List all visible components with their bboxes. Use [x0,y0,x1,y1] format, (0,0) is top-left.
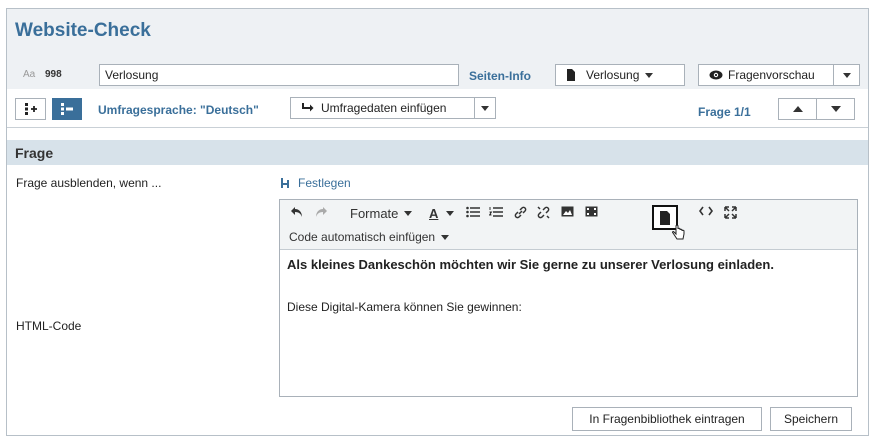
document-icon [567,69,575,81]
save-button[interactable]: Speichern [770,407,852,431]
add-question-button[interactable] [15,98,46,120]
fullscreen-icon[interactable] [724,206,737,219]
divider [7,127,868,128]
redo-icon[interactable] [314,206,328,218]
next-question-button[interactable] [816,98,855,120]
chevron-down-icon [830,106,841,112]
set-condition-link[interactable]: Festlegen [280,176,351,190]
editor-bold-paragraph: Als kleines Dankeschön möchten wir Sie g… [287,257,774,272]
eye-icon [709,70,723,80]
survey-language-label: Umfragesprache: "Deutsch" [98,103,259,117]
editor-toolbar: Formate A Code automatisch einfügen [280,200,857,250]
code-insert-label: Code automatisch einfügen [289,230,436,244]
layout-toggle-button[interactable] [52,98,82,120]
chevron-down-icon [645,72,654,78]
page-select-value: Verlosung [586,68,640,82]
bullet-list-icon[interactable] [466,206,480,218]
formats-dropdown[interactable]: Formate [350,206,413,221]
website-check-panel: Website-Check Aa 998 Seiten-Info Verlosu… [6,8,869,436]
chevron-down-icon [441,234,450,240]
set-condition-label: Festlegen [298,176,351,190]
editor-content[interactable]: Als kleines Dankeschön möchten wir Sie g… [287,257,852,314]
numbered-list-icon[interactable] [489,206,503,218]
section-header: Frage [7,140,868,165]
hand-cursor-icon [672,225,686,242]
html-code-label: HTML-Code [16,319,82,333]
chevron-down-icon [404,211,413,216]
page-id-row: Aa 998 [15,64,460,86]
page-number: 998 [45,69,62,80]
link-icon[interactable] [514,206,527,219]
section-title: Frage [15,145,54,161]
title-bar: Website-Check Aa 998 Seiten-Info Verlosu… [7,9,868,89]
formats-label: Formate [350,206,399,221]
media-icon[interactable] [585,206,598,217]
branch-icon [281,178,289,188]
preview-dropdown-button[interactable] [833,64,860,86]
chevron-down-icon [842,72,851,78]
insert-arrow-icon [302,103,314,112]
page-name-input[interactable] [99,64,459,86]
preview-label: Fragenvorschau [728,68,815,82]
app-title: Website-Check [15,20,151,41]
image-icon[interactable] [561,206,574,217]
add-to-library-button[interactable]: In Fragenbibliothek eintragen [572,407,762,431]
question-counter: Frage 1/1 [698,105,751,119]
text-color-dropdown[interactable] [446,211,454,216]
page-select-dropdown[interactable]: Verlosung [555,64,685,86]
seiten-info-link[interactable]: Seiten-Info [469,69,531,83]
source-code-icon[interactable] [699,206,713,216]
code-insert-dropdown[interactable]: Code automatisch einfügen [289,230,450,244]
undo-icon[interactable] [290,206,304,218]
chevron-up-icon [792,106,803,112]
insert-survey-data-button[interactable]: Umfragedaten einfügen [290,97,475,119]
text-color-icon[interactable]: A [429,206,438,221]
layout-icon [61,103,73,115]
preview-button[interactable]: Fragenvorschau [698,64,834,86]
chevron-down-icon [481,105,489,111]
insert-survey-data-dropdown[interactable] [474,97,496,119]
add-row-icon [24,103,37,115]
insert-survey-data-label: Umfragedaten einfügen [321,101,447,115]
html-editor: Formate A Code automatisch einfügen Als … [279,199,858,397]
editor-paragraph: Diese Digital-Kamera können Sie gewinnen… [287,300,522,314]
hide-question-label: Frage ausblenden, wenn ... [16,176,162,190]
previous-question-button[interactable] [778,98,817,120]
font-size-icon: Aa [23,69,36,80]
unlink-icon[interactable] [537,206,550,219]
